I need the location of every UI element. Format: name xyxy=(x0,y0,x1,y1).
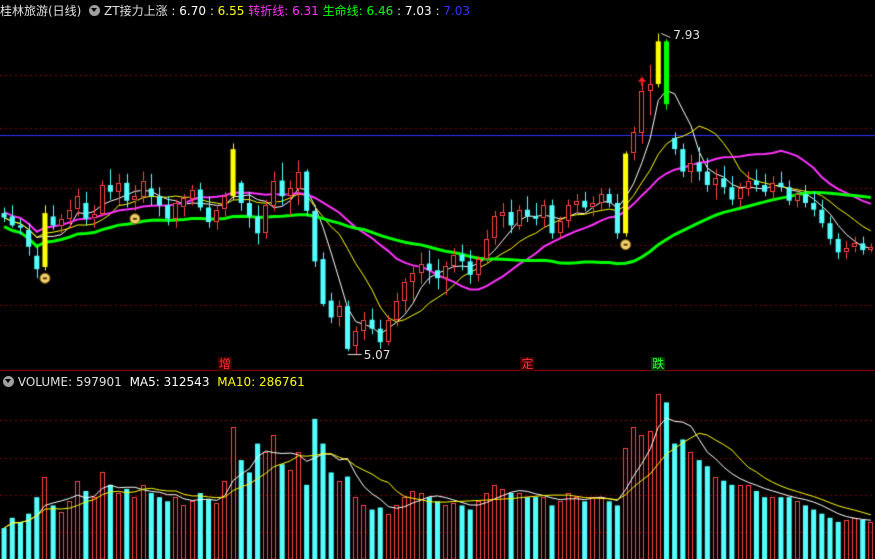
price-header: 桂林旅游(日线) ZT接力上涨 : 6.70 : 6.55 转折线: 6.31 … xyxy=(0,4,471,18)
indicator-name: ZT接力上涨 xyxy=(104,4,168,18)
marker-tag-fall[interactable]: 跌 xyxy=(651,357,666,371)
ma5-value: 312543 xyxy=(163,375,210,389)
value-white-2: 7.03 xyxy=(404,4,432,18)
stock-title: 桂林旅游(日线) xyxy=(0,4,82,18)
low-price-label: 5.07 xyxy=(363,347,391,362)
value-turning-line: 6.31 xyxy=(292,4,319,18)
label-turning-line: 转折线 xyxy=(248,4,285,18)
ma10-value: 286761 xyxy=(258,375,305,389)
marker-tag-placement[interactable]: 定 xyxy=(520,357,535,371)
ma10-label: MA10 xyxy=(217,375,252,389)
volume-header: VOLUME: 597901 MA5: 312543 MA10: 286761 xyxy=(0,373,305,391)
value-white: 6.70 xyxy=(179,4,206,18)
label-life-line: 生命线 xyxy=(322,4,359,18)
collapse-icon[interactable] xyxy=(89,5,101,16)
collapse-icon[interactable] xyxy=(3,376,14,387)
high-price-label: 7.93 xyxy=(673,28,700,43)
volume-value: 597901 xyxy=(75,375,122,389)
price-volume-chart[interactable] xyxy=(0,0,875,559)
value-blue: 7.03 xyxy=(443,4,471,18)
volume-label: VOLUME xyxy=(17,375,69,389)
ma5-label: MA5 xyxy=(129,375,156,389)
value-life-line: 6.46 xyxy=(366,4,394,18)
marker-tag-increase[interactable]: 增 xyxy=(217,357,232,371)
value-yellow: 6.55 xyxy=(217,4,245,18)
